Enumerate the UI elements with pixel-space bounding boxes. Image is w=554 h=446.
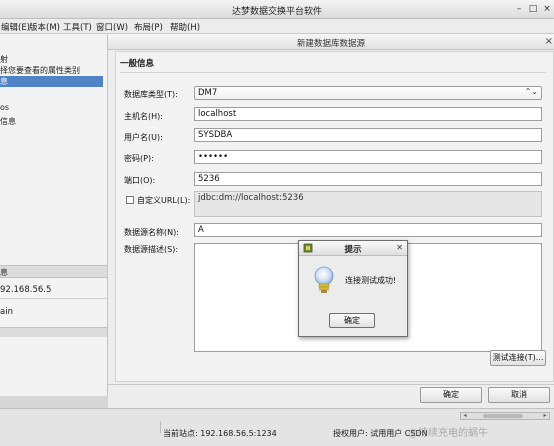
left-panel: 射 择您要查看的属性类别 息 os 信息 息 92.168.56.5 ain (0, 34, 108, 396)
maximize-button[interactable]: □ (527, 3, 539, 15)
menu-window[interactable]: 窗口(W) (96, 21, 128, 33)
username-input[interactable]: SYSDBA (194, 128, 542, 142)
cancel-button[interactable]: 取消 (488, 387, 550, 403)
scroll-thumb[interactable] (483, 414, 523, 418)
datasource-name-label: 数据源名称(N): (124, 228, 179, 237)
prompt-titlebar: 提示 ✕ (299, 241, 407, 256)
left-panel-item: 射 (0, 55, 8, 64)
scroll-right-icon[interactable]: ▸ (541, 413, 549, 419)
menu-version[interactable]: 版本(M) (29, 21, 60, 33)
custom-url-label: 自定义URL(L): (137, 196, 191, 205)
datasource-desc-label: 数据源描述(S): (124, 245, 179, 254)
status-current-site: 当前站点: 192.168.56.5:1234 (163, 429, 277, 438)
lightbulb-icon (311, 265, 337, 297)
close-window-button[interactable]: × (541, 3, 553, 15)
left-panel-section-label: 息 (0, 268, 8, 277)
db-type-label: 数据库类型(T): (124, 90, 178, 99)
custom-url-checkbox[interactable] (126, 196, 134, 204)
menu-help[interactable]: 帮助(H) (170, 21, 200, 33)
datasource-name-input[interactable]: A (194, 223, 542, 237)
left-panel-footer-bar (0, 327, 107, 337)
menu-tools[interactable]: 工具(T) (63, 21, 92, 33)
dialog-title: 新建数据库数据源 (296, 39, 365, 49)
updown-arrow-icon: ⌃⌄ (524, 87, 538, 96)
dialog-close-icon[interactable]: × (545, 36, 553, 47)
prompt-close-icon[interactable]: ✕ (396, 243, 403, 252)
left-panel-host: 92.168.56.5 (0, 285, 52, 295)
left-panel-item: 择您要查看的属性类别 (0, 66, 80, 75)
left-panel-selected-item[interactable]: 息 (0, 76, 103, 87)
password-label: 密码(P): (124, 154, 154, 163)
port-input[interactable]: 5236 (194, 172, 542, 186)
left-panel-section-header: 息 (0, 265, 107, 278)
menu-edit[interactable]: 编辑(E) (1, 21, 30, 33)
left-panel-domain: ain (0, 307, 13, 317)
password-input[interactable]: •••••• (194, 150, 542, 164)
horizontal-scrollbar[interactable]: ◂ ▸ (460, 412, 550, 420)
port-label: 端口(O): (124, 176, 156, 185)
host-label: 主机名(H): (124, 112, 163, 121)
menu-bar: 编辑(E) 版本(M) 工具(T) 窗口(W) 布局(P) 帮助(H) (0, 19, 554, 34)
host-input[interactable]: localhost (194, 107, 542, 121)
prompt-title: 提示 (344, 245, 362, 255)
dialog-footer-divider (108, 384, 554, 385)
new-datasource-dialog: 新建数据库数据源 × 一般信息 数据库类型(T): DM7 ⌃⌄ 主机名(H):… (108, 34, 554, 408)
prompt-dialog: 提示 ✕ 连接测试成功! 确定 (298, 240, 408, 337)
section-heading: 一般信息 (120, 59, 155, 69)
left-panel-item[interactable]: 信息 (0, 116, 16, 127)
left-panel-divider (0, 298, 107, 299)
db-type-select[interactable]: DM7 ⌃⌄ (194, 86, 542, 100)
left-panel-item[interactable]: os (0, 103, 9, 112)
window-titlebar: 达梦数据交换平台软件 – □ × (0, 0, 554, 19)
minimize-button[interactable]: – (513, 3, 525, 15)
section-divider (120, 72, 546, 73)
dialog-titlebar: 新建数据库数据源 × (108, 34, 554, 50)
username-label: 用户名(U): (124, 133, 163, 142)
scroll-left-icon[interactable]: ◂ (461, 413, 469, 419)
prompt-message: 连接测试成功! (345, 276, 397, 285)
ok-button[interactable]: 确定 (420, 387, 482, 403)
db-type-value: DM7 (198, 88, 218, 98)
prompt-ok-button[interactable]: 确定 (329, 313, 375, 328)
menu-layout[interactable]: 布局(P) (134, 21, 163, 33)
test-connection-button[interactable]: 测试连接(T)... (490, 350, 546, 366)
watermark: @持续充电的蜗牛 (408, 428, 488, 439)
custom-url-input[interactable]: jdbc:dm://localhost:5236 (194, 191, 542, 217)
window-title: 达梦数据交换平台软件 (231, 7, 322, 17)
